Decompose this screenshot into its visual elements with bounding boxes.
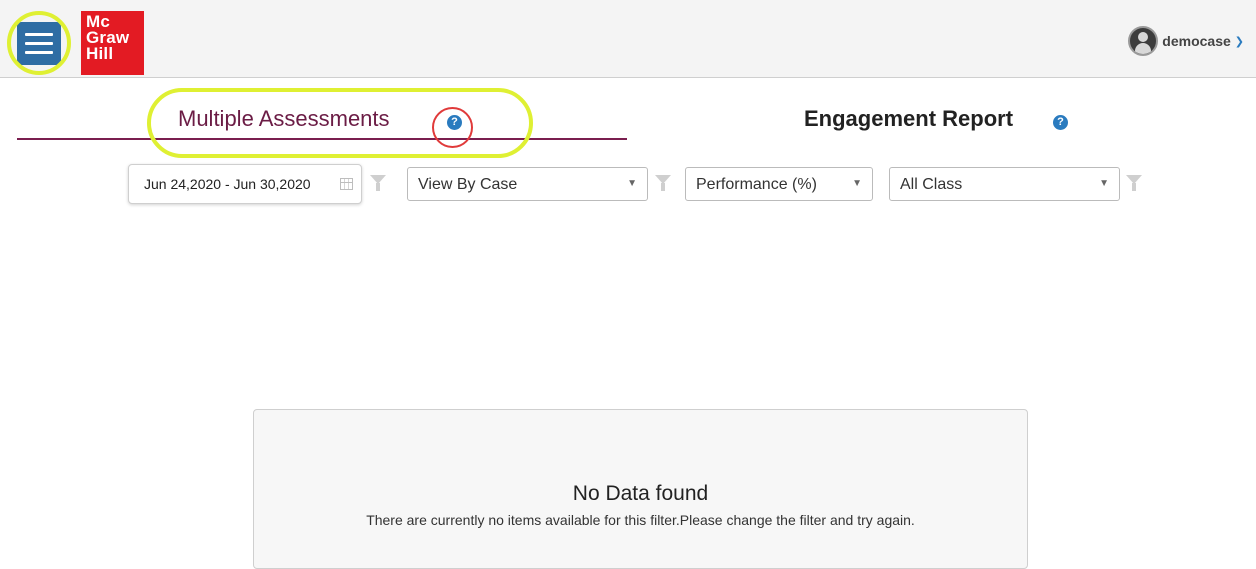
hamburger-icon-bar — [25, 51, 53, 54]
date-range-value: Jun 24,2020 - Jun 30,2020 — [144, 176, 311, 192]
empty-state-message: There are currently no items available f… — [366, 512, 915, 528]
tab-multiple-assessments-label[interactable]: Multiple Assessments — [178, 106, 390, 132]
hamburger-menu-button[interactable] — [17, 22, 61, 65]
dropdown-arrow-icon: ▼ — [1099, 178, 1109, 189]
view-by-value: View By Case — [418, 176, 518, 193]
top-header: Mc Graw Hill democase ❯ — [0, 0, 1256, 78]
hamburger-icon-bar — [25, 42, 53, 45]
empty-state-panel: No Data found There are currently no ite… — [253, 409, 1028, 569]
user-avatar-icon — [1128, 26, 1159, 56]
empty-state-title: No Data found — [572, 482, 709, 505]
metric-select[interactable]: Performance (%) ▼ — [685, 167, 873, 201]
mcgraw-hill-logo[interactable]: Mc Graw Hill — [81, 11, 144, 75]
dropdown-arrow-icon: ▼ — [852, 178, 862, 189]
dropdown-arrow-icon: ▼ — [627, 178, 637, 189]
logo-line: Hill — [86, 44, 114, 63]
chevron-down-icon: ❯ — [1234, 35, 1244, 48]
class-select[interactable]: All Class ▼ — [889, 167, 1120, 201]
date-range-picker[interactable]: Jun 24,2020 - Jun 30,2020 — [128, 164, 362, 204]
help-icon[interactable]: ? — [1053, 115, 1068, 130]
class-value: All Class — [900, 176, 963, 193]
metric-value: Performance (%) — [696, 176, 817, 193]
filter-icon[interactable] — [370, 175, 386, 191]
view-by-select[interactable]: View By Case ▼ — [407, 167, 648, 201]
filter-icon[interactable] — [655, 175, 671, 191]
tab-engagement-report[interactable]: Engagement Report — [804, 106, 1013, 132]
help-icon[interactable]: ? — [447, 115, 462, 130]
calendar-icon — [340, 178, 353, 190]
hamburger-icon — [25, 33, 53, 36]
user-menu[interactable]: democase ❯ — [1128, 25, 1244, 57]
filter-icon[interactable] — [1126, 175, 1142, 191]
username-label: democase — [1162, 33, 1231, 49]
